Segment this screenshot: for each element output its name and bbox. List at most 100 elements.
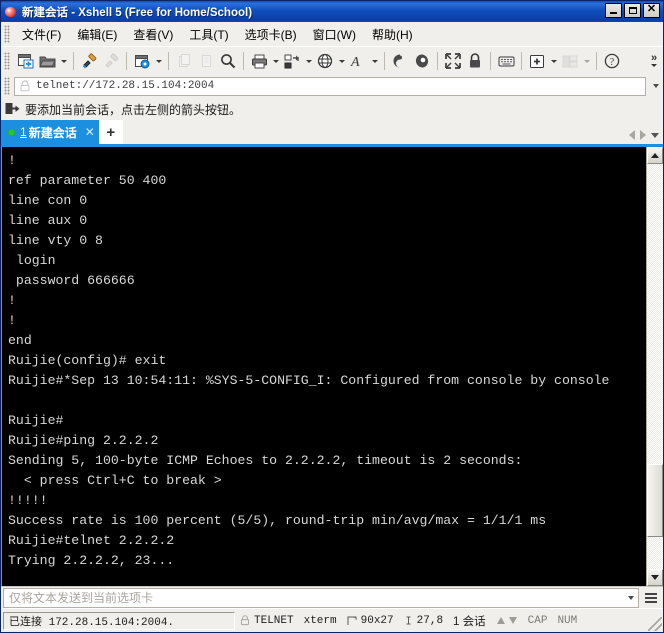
maximize-button[interactable] — [624, 3, 641, 18]
terminal-line: ! — [8, 293, 16, 308]
chevron-down-icon[interactable] — [651, 132, 659, 138]
tab-bar: 1 新建会话 ✕ + — [1, 120, 663, 147]
new-tab-button[interactable]: + — [98, 120, 123, 144]
toolbar-separator — [126, 52, 127, 70]
send-text-input[interactable]: 仅将文本发送到当前选项卡 — [3, 587, 639, 608]
toolbar-overflow-label: » — [650, 52, 658, 64]
session-properties-icon[interactable] — [131, 50, 153, 72]
chevron-left-icon[interactable] — [629, 130, 635, 140]
highlight-icon[interactable] — [411, 50, 433, 72]
status-size: 90x27 — [342, 612, 399, 630]
print-icon[interactable] — [248, 50, 270, 72]
toolbar: A ? » — [1, 47, 663, 75]
svg-text:A: A — [350, 55, 360, 69]
session-properties-dropdown-icon[interactable] — [153, 50, 164, 72]
address-dropdown-icon[interactable] — [649, 78, 663, 95]
find-icon[interactable] — [217, 50, 239, 72]
scroll-down-icon[interactable] — [647, 569, 663, 586]
font-icon[interactable]: A — [347, 50, 369, 72]
help-icon[interactable]: ? — [601, 50, 623, 72]
hamburger-menu-icon[interactable] — [641, 588, 661, 608]
menu-view[interactable]: 查看(V) — [125, 23, 181, 46]
menu-tools[interactable]: 工具(T) — [181, 23, 236, 46]
layout-dropdown-icon — [581, 50, 592, 72]
minimize-button[interactable] — [605, 3, 622, 18]
tab-number: 1 — [20, 125, 27, 139]
address-drag-handle[interactable] — [4, 77, 10, 95]
status-cursor: 27,8 — [399, 612, 448, 630]
menu-help[interactable]: 帮助(H) — [364, 23, 421, 46]
svg-text:?: ? — [610, 57, 615, 68]
toolbar-separator — [168, 52, 169, 70]
terminal-scrollbar[interactable] — [646, 147, 663, 586]
menu-file[interactable]: 文件(F) — [14, 23, 69, 46]
status-num: NUM — [557, 614, 578, 627]
add-session-dropdown-icon[interactable] — [548, 50, 559, 72]
global-encoding-icon[interactable] — [314, 50, 336, 72]
open-folder-icon[interactable] — [36, 50, 58, 72]
connected-dot-icon — [8, 128, 15, 136]
fullscreen-icon[interactable] — [442, 50, 464, 72]
scroll-up-icon[interactable] — [647, 147, 663, 164]
layout-icon — [559, 50, 581, 72]
arrow-up-icon — [496, 617, 505, 624]
toolbar-separator — [437, 52, 438, 70]
notice-text: 要添加当前会话，点击左侧的箭头按钮。 — [25, 102, 242, 117]
menu-edit[interactable]: 编辑(E) — [69, 23, 125, 46]
file-transfer-dropdown-icon[interactable] — [303, 50, 314, 72]
connect-plug-icon[interactable] — [78, 50, 100, 72]
menu-drag-handle[interactable] — [4, 25, 10, 43]
toolbar-separator — [243, 52, 244, 70]
terminal-line: password 666666 — [8, 273, 135, 288]
status-terminal-type-text: xterm — [303, 614, 337, 627]
address-input[interactable]: telnet://172.28.15.104:2004 — [14, 76, 646, 96]
tab-label: 新建会话 — [28, 125, 77, 140]
scrollbar-thumb[interactable] — [647, 463, 663, 537]
keyboard-icon[interactable] — [495, 50, 517, 72]
close-button[interactable]: ✕ — [643, 3, 660, 18]
toolbar-overflow-button[interactable]: » — [647, 49, 661, 73]
status-size-text: 90x27 — [360, 614, 394, 627]
menu-window[interactable]: 窗口(W) — [305, 23, 364, 46]
toolbar-separator — [384, 52, 385, 70]
chevron-right-icon[interactable] — [640, 130, 646, 140]
open-folder-dropdown-icon[interactable] — [58, 50, 69, 72]
terminal-line: ! — [8, 153, 16, 168]
send-to-tab-bar: 仅将文本发送到当前选项卡 — [1, 586, 663, 608]
status-bar: 已连接 172.28.15.104:2004. TELNET xterm 90x… — [1, 608, 663, 632]
cursor-icon — [404, 616, 413, 626]
toolbar-drag-handle[interactable] — [4, 52, 10, 70]
lock-icon[interactable] — [464, 50, 486, 72]
resize-grip[interactable] — [648, 617, 662, 631]
resize-icon — [347, 616, 357, 626]
print-dropdown-icon[interactable] — [270, 50, 281, 72]
global-encoding-dropdown-icon[interactable] — [336, 50, 347, 72]
status-protocol-text: TELNET — [254, 614, 294, 627]
copy-icon — [195, 50, 217, 72]
terminal-area: ! ref parameter 50 400 line con 0 line aux … — [1, 147, 663, 586]
xshell-window: 新建会话 - Xshell 5 (Free for Home/School) ✕… — [0, 0, 664, 633]
file-transfer-icon[interactable] — [281, 50, 303, 72]
font-dropdown-icon[interactable] — [369, 50, 380, 72]
tab-navigation — [629, 130, 659, 140]
scrollbar-track[interactable] — [647, 164, 663, 569]
address-url: telnet://172.28.15.104:2004 — [36, 80, 215, 92]
terminal-output[interactable]: ! ref parameter 50 400 line con 0 line aux … — [2, 147, 646, 586]
terminal-line: end — [8, 333, 32, 348]
add-session-icon[interactable] — [526, 50, 548, 72]
terminal-line: !!!!! — [8, 493, 48, 508]
send-dropdown-icon[interactable] — [624, 596, 638, 600]
ssh-tunnel-icon[interactable] — [389, 50, 411, 72]
terminal-line: Sending 5, 100-byte ICMP Echoes to 2.2.2… — [8, 453, 523, 468]
terminal-line: login — [8, 253, 56, 268]
tab-new-session[interactable]: 1 新建会话 ✕ — [1, 120, 99, 144]
tab-close-icon[interactable]: ✕ — [85, 126, 95, 138]
status-caps: CAP — [527, 614, 548, 627]
terminal-line: Ruijie#ping 2.2.2.2 — [8, 433, 159, 448]
menu-tabs[interactable]: 选项卡(B) — [237, 23, 305, 46]
menu-bar: 文件(F) 编辑(E) 查看(V) 工具(T) 选项卡(B) 窗口(W) 帮助(… — [1, 22, 663, 47]
new-session-icon[interactable] — [14, 50, 36, 72]
terminal-line: Ruijie# — [8, 413, 64, 428]
